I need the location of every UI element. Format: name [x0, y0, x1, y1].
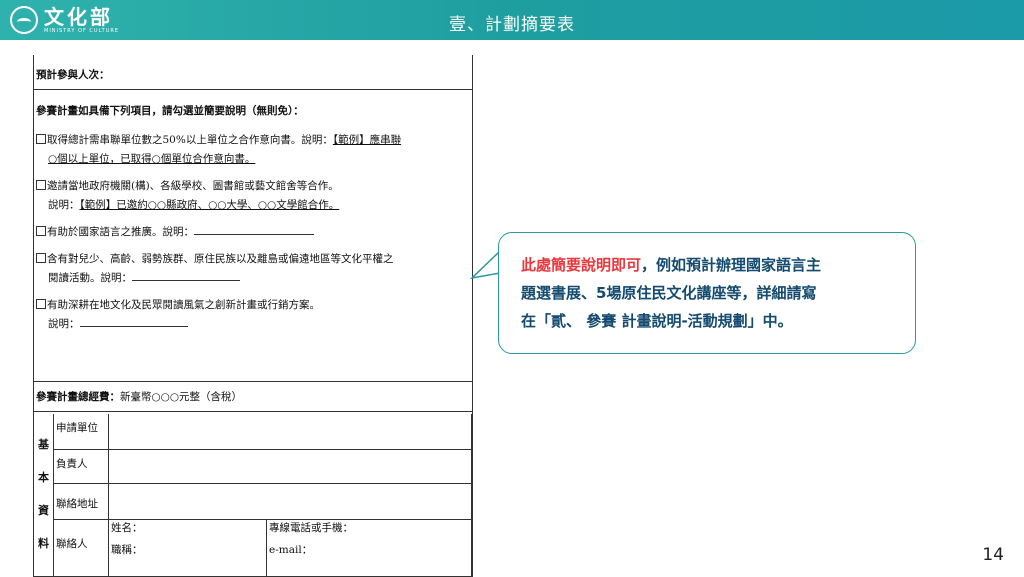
contact-name-cell[interactable]: 姓名： 職稱： [109, 520, 267, 577]
item4-line2: 閱讀活動。說明： [48, 270, 240, 285]
items-heading: 參賽計畫如具備下列項目，請勾選並簡要說明（無則免）： [36, 105, 304, 117]
divider [34, 89, 472, 90]
slide-header: 文化部 MINISTRY OF CULTURE 壹、計劃摘要表 [0, 0, 1024, 40]
checkbox-item5[interactable] [36, 299, 46, 309]
item1-line1: 取得總計需串聯單位數之50%以上單位之合作意向書。說明：【範例】應串聯 [36, 132, 401, 147]
basic-info-char: 資 [38, 504, 49, 517]
page-number: 14 [982, 545, 1004, 565]
item2-line1: 邀請當地政府機關(構)、各級學校、圖書館或藝文館舍等合作。 [36, 178, 339, 193]
contact-phone-cell[interactable]: 專線電話或手機： e-mail： [267, 520, 472, 577]
item2-line2: 說明：【範例】已邀約○○縣政府、○○大學、○○文學館合作。 [48, 199, 340, 211]
divider [34, 411, 472, 412]
contact-label-cell: 聯絡人 [54, 520, 109, 577]
checkbox-item1[interactable] [36, 134, 46, 144]
item1-line2: ○個以上單位，已取得○個單位合作意向書。 [48, 153, 256, 165]
applicant-label-cell: 申請單位 [54, 414, 109, 450]
checkbox-item3[interactable] [36, 226, 46, 236]
divider [34, 381, 472, 382]
callout-line3: 在「貳、 參賽 計畫說明-活動規劃」中。 [521, 312, 793, 330]
name-label: 姓名： [111, 522, 143, 534]
email-label: e-mail： [269, 544, 313, 556]
basic-info-char: 本 [38, 471, 49, 484]
proposal-form: 預計參與人次： 參賽計畫如具備下列項目，請勾選並簡要說明（無則免）： 取得總計需… [33, 55, 473, 577]
address-value-cell[interactable] [109, 484, 472, 520]
slide-title: 壹、計劃摘要表 [449, 15, 575, 35]
title-label: 職稱： [111, 544, 143, 556]
participants-field: 預計參與人次： [36, 69, 110, 81]
basic-info-char: 料 [38, 537, 49, 550]
responsible-value-cell[interactable] [109, 450, 472, 484]
item5-line2: 說明： [48, 316, 188, 331]
explanation-callout: 此處簡要說明即可，例如預計辦理國家語言主 題選書展、5場原住民文化講座等，詳細請… [498, 232, 916, 354]
checkbox-item4[interactable] [36, 253, 46, 263]
callout-line1: 此處簡要說明即可，例如預計辦理國家語言主 [521, 256, 822, 274]
item5-line1: 有助深耕在地文化及民眾閱讀風氣之創新計畫或行銷方案。 [36, 297, 320, 312]
callout-line2: 題選書展、5場原住民文化講座等，詳細請寫 [521, 284, 817, 302]
item4-line1: 含有對兒少、高齡、弱勢族群、原住民族以及離島或偏遠地區等文化平權之 [36, 251, 394, 266]
phone-label: 專線電話或手機： [269, 522, 353, 534]
item3-line: 有助於國家語言之推廣。說明： [36, 224, 314, 239]
address-label-cell: 聯絡地址 [54, 484, 109, 520]
responsible-label-cell: 負責人 [54, 450, 109, 484]
basic-info-label-cell: 基 本 資 料 [34, 414, 54, 577]
callout-highlight: 此處簡要說明即可 [521, 256, 642, 274]
applicant-value-cell[interactable] [109, 414, 472, 450]
basic-info-table: 基 本 資 料 申請單位 負責人 聯絡地址 聯絡人 姓名： 職稱： 專線電話或手… [34, 414, 472, 577]
basic-info-char: 基 [38, 438, 49, 451]
checkbox-item2[interactable] [36, 180, 46, 190]
budget-field: 參賽計畫總經費：新臺幣○○○元整（含稅） [36, 391, 242, 403]
